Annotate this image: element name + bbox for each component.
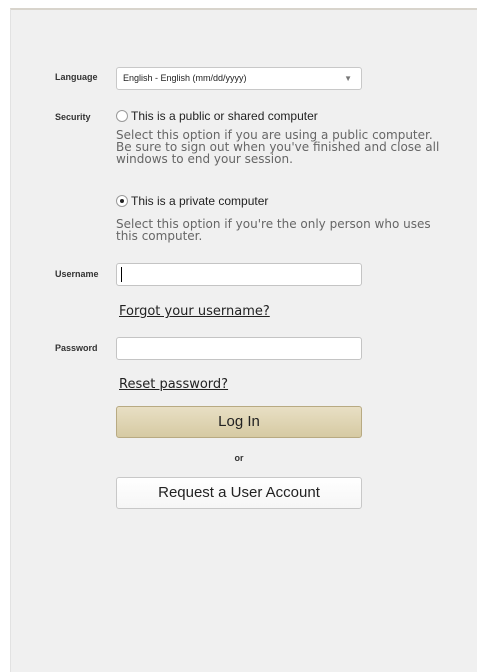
public-computer-radio[interactable] <box>116 110 128 122</box>
forgot-username-link[interactable]: Forgot your username? <box>119 304 270 319</box>
public-computer-label: This is a public or shared computer <box>131 109 318 123</box>
private-computer-radio[interactable] <box>116 195 128 207</box>
login-panel: Language English - English (mm/dd/yyyy) … <box>10 8 477 672</box>
language-select-value: English - English (mm/dd/yyyy) <box>123 73 247 83</box>
request-account-button[interactable]: Request a User Account <box>116 477 362 509</box>
private-computer-label: This is a private computer <box>131 194 269 208</box>
password-field[interactable] <box>116 337 362 360</box>
or-separator: or <box>234 453 244 463</box>
language-select[interactable]: English - English (mm/dd/yyyy) ▼ <box>116 67 362 90</box>
private-computer-description: Select this option if you're the only pe… <box>116 217 431 243</box>
username-field[interactable] <box>116 263 362 286</box>
reset-password-link[interactable]: Reset password? <box>119 377 228 392</box>
username-label: Username <box>55 269 99 279</box>
public-computer-description: Select this option if you are using a pu… <box>116 128 440 166</box>
log-in-button[interactable]: Log In <box>116 406 362 438</box>
security-label: Security <box>55 112 91 122</box>
text-cursor <box>121 267 122 282</box>
public-computer-option[interactable]: This is a public or shared computer <box>116 109 318 123</box>
private-computer-option[interactable]: This is a private computer <box>116 194 268 208</box>
password-label: Password <box>55 343 98 353</box>
language-label: Language <box>55 72 98 82</box>
chevron-down-icon: ▼ <box>344 74 352 83</box>
